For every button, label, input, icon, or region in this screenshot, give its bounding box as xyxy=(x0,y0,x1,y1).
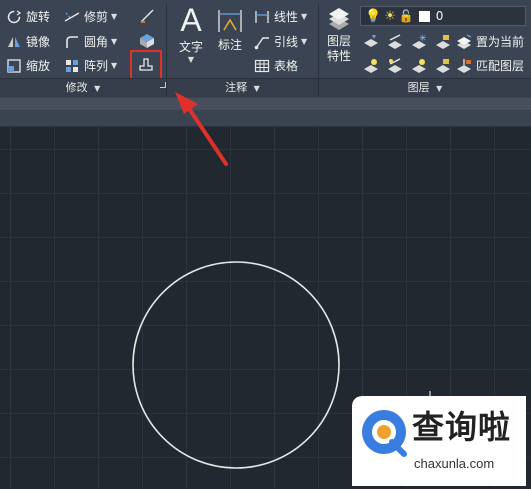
leader-icon xyxy=(254,34,270,50)
layer-unlock-icon: 🔓 xyxy=(398,9,414,23)
layer-off-icon[interactable] xyxy=(362,33,380,49)
dimension-icon xyxy=(216,6,244,36)
linear-label: 线性 xyxy=(274,10,299,24)
search-logo-icon xyxy=(362,410,407,457)
table-button[interactable]: 表格 xyxy=(254,57,298,74)
set-current-icon xyxy=(456,33,472,50)
layer-unlock-all-icon[interactable] xyxy=(434,57,452,73)
match-layer-icon xyxy=(456,58,472,74)
dimension-button[interactable]: 标注 xyxy=(214,6,246,53)
fillet-button[interactable]: 圆角 ▼ xyxy=(64,33,117,50)
scale-label: 缩放 xyxy=(26,59,51,73)
copy-icon[interactable] xyxy=(138,32,156,48)
modify-panel-expand-icon[interactable] xyxy=(160,82,166,88)
text-label: 文字 xyxy=(178,40,203,54)
text-icon: A xyxy=(180,2,202,38)
set-current-button[interactable]: 置为当前 xyxy=(456,33,524,50)
linear-dropdown-icon[interactable]: ▼ xyxy=(301,12,307,21)
text-dropdown-icon[interactable]: ▼ xyxy=(188,55,194,64)
mirror-button[interactable]: 镜像 xyxy=(6,33,50,50)
modify-panel-dropdown-icon: ▼ xyxy=(94,84,101,93)
watermark-brand: 查询啦 xyxy=(412,408,512,446)
layers-panel-dropdown-icon: ▼ xyxy=(436,84,443,93)
trim-label: 修剪 xyxy=(84,10,109,24)
layer-properties-label-2: 特性 xyxy=(326,49,351,63)
text-button[interactable]: A 文字 ▼ xyxy=(176,2,206,64)
ribbon: 旋转 镜像 缩放 修剪 ▼ 圆角 ▼ 阵列 ▼ A 文字 ▼ 标注 线性 ▼ 引… xyxy=(0,0,531,98)
mirror-icon xyxy=(6,34,22,50)
leader-label: 引线 xyxy=(274,35,299,49)
erase-icon[interactable] xyxy=(138,8,156,24)
scale-button[interactable]: 缩放 xyxy=(6,57,50,74)
fillet-label: 圆角 xyxy=(84,35,109,49)
trim-icon xyxy=(64,9,80,25)
modify-panel-footer[interactable]: 修改 ▼ xyxy=(0,78,166,97)
layer-thaw-all-icon[interactable] xyxy=(410,57,428,73)
layer-unisolate-icon[interactable] xyxy=(386,57,404,73)
layer-on-icon: 💡 xyxy=(365,8,382,24)
annotation-panel-dropdown-icon: ▼ xyxy=(253,84,260,93)
drawing-tab-bar xyxy=(0,110,531,127)
array-dropdown-icon[interactable]: ▼ xyxy=(111,61,117,70)
current-layer-name: 0 xyxy=(435,9,444,23)
annotation-panel-footer[interactable]: 注释 ▼ xyxy=(167,78,318,97)
modify-panel-title: 修改 xyxy=(65,81,88,94)
explode-icon[interactable] xyxy=(137,56,155,72)
array-label: 阵列 xyxy=(84,59,109,73)
layer-thaw-icon: ☀ xyxy=(384,8,396,24)
leader-button[interactable]: 引线 ▼ xyxy=(254,33,307,50)
svg-text:✳: ✳ xyxy=(419,34,427,44)
fillet-icon xyxy=(64,34,80,50)
watermark-url: chaxunla.com xyxy=(414,456,495,471)
array-icon xyxy=(64,58,80,74)
trim-button[interactable]: 修剪 ▼ xyxy=(64,8,117,25)
rotate-label: 旋转 xyxy=(26,10,51,24)
annotation-panel-title: 注释 xyxy=(225,81,248,94)
layer-lock-icon[interactable] xyxy=(434,33,452,49)
layer-dropdown[interactable]: 💡 ☀ 🔓 0 xyxy=(360,6,526,26)
table-label: 表格 xyxy=(274,59,299,73)
trim-dropdown-icon[interactable]: ▼ xyxy=(111,12,117,21)
leader-dropdown-icon[interactable]: ▼ xyxy=(301,37,307,46)
linear-button[interactable]: 线性 ▼ xyxy=(254,8,307,25)
match-layer-label: 匹配图层 xyxy=(476,59,525,73)
file-tab-strip xyxy=(0,98,531,110)
rotate-button[interactable]: 旋转 xyxy=(6,8,50,25)
layer-stack-icon xyxy=(326,6,352,34)
table-icon xyxy=(254,58,270,74)
array-button[interactable]: 阵列 ▼ xyxy=(64,57,117,74)
fillet-dropdown-icon[interactable]: ▼ xyxy=(111,37,117,46)
linear-dimension-icon xyxy=(254,9,270,25)
layer-freeze-icon[interactable]: ✳ xyxy=(410,33,428,49)
watermark-logo: 查询啦 chaxunla.com xyxy=(352,396,526,486)
drawn-circle xyxy=(132,261,340,469)
layer-isolate-icon[interactable] xyxy=(386,33,404,49)
scale-icon xyxy=(6,58,22,74)
rotate-icon xyxy=(6,9,22,25)
layers-panel-footer[interactable]: 图层 ▼ xyxy=(319,78,531,97)
layer-on-all-icon[interactable] xyxy=(362,57,380,73)
mirror-label: 镜像 xyxy=(26,35,51,49)
match-layer-button[interactable]: 匹配图层 xyxy=(456,57,524,74)
layer-properties-label-1: 图层 xyxy=(326,34,351,48)
set-current-label: 置为当前 xyxy=(476,35,525,49)
layers-panel-title: 图层 xyxy=(407,81,430,94)
layer-properties-button[interactable]: 图层 特性 xyxy=(322,6,356,64)
layer-color-swatch xyxy=(418,10,430,22)
dimension-label: 标注 xyxy=(217,38,242,52)
